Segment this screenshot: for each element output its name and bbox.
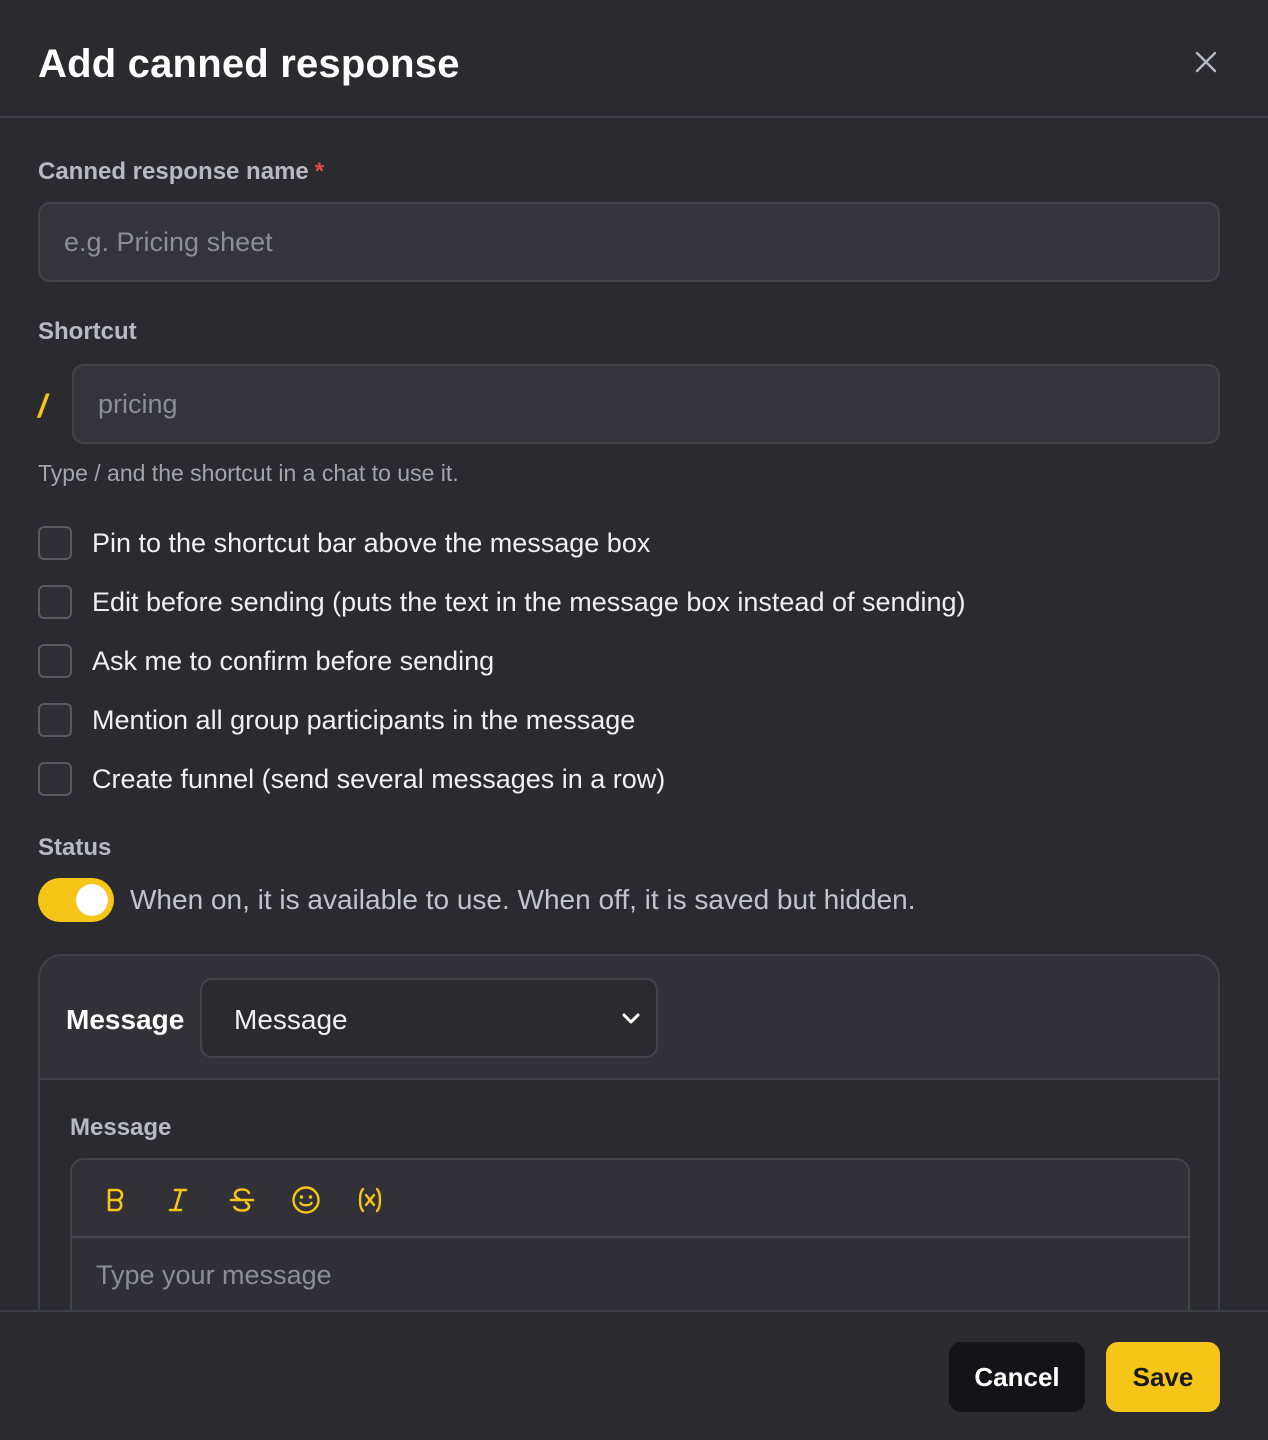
required-mark: * [314,158,325,185]
variable-button[interactable] [350,1180,390,1220]
cancel-button[interactable]: Cancel [949,1342,1085,1412]
checkbox[interactable] [38,644,72,678]
shortcut-prefix: / [38,388,47,424]
option-pin-shortcut-bar[interactable]: Pin to the shortcut bar above the messag… [38,525,650,561]
name-field-label: Canned response name * [38,158,324,186]
save-button[interactable]: Save [1106,1342,1220,1412]
message-type-value: Message [234,1004,348,1035]
option-label: Ask me to confirm before sending [92,645,495,676]
shortcut-label: Shortcut [38,318,137,345]
checkbox[interactable] [38,585,72,619]
checkbox[interactable] [38,703,72,737]
name-label-text: Canned response name [38,158,309,185]
close-button[interactable] [1188,44,1224,80]
strikethrough-icon [229,1188,255,1212]
name-input[interactable] [38,202,1220,282]
dialog-footer: Cancel Save [0,1310,1268,1440]
dialog-header: Add canned response [0,0,1268,118]
option-label: Mention all group participants in the me… [92,704,636,735]
option-label: Create funnel (send several messages in … [92,763,666,794]
strikethrough-button[interactable] [222,1180,262,1220]
shortcut-input[interactable] [72,364,1220,444]
editor-toolbar [72,1160,1188,1238]
shortcut-hint: Type / and the shortcut in a chat to use… [38,460,459,486]
message-editor-label: Message [70,1114,172,1141]
message-type-select[interactable]: Message [200,978,658,1058]
option-confirm-before-sending[interactable]: Ask me to confirm before sending [38,643,494,679]
variable-icon [358,1187,382,1213]
status-toggle[interactable] [38,878,114,922]
italic-icon [168,1188,188,1212]
option-create-funnel[interactable]: Create funnel (send several messages in … [38,761,665,797]
message-type-label: Message [66,1004,185,1035]
emoji-icon [292,1186,320,1214]
dialog-title: Add canned response [38,42,460,86]
toggle-knob [76,884,108,916]
option-label: Pin to the shortcut bar above the messag… [92,527,651,558]
bold-button[interactable] [96,1180,136,1220]
checkbox[interactable] [38,762,72,796]
bold-icon [107,1188,124,1212]
option-label: Edit before sending (puts the text in th… [92,586,966,617]
close-icon [1195,51,1217,73]
option-edit-before-sending[interactable]: Edit before sending (puts the text in th… [38,584,966,620]
checkbox[interactable] [38,526,72,560]
message-card-header: Message Message [40,956,1218,1080]
option-mention-all[interactable]: Mention all group participants in the me… [38,702,635,738]
italic-button[interactable] [158,1180,198,1220]
chevron-down-icon [622,1013,640,1024]
status-description: When on, it is available to use. When of… [130,884,916,915]
status-label: Status [38,834,112,861]
emoji-button[interactable] [286,1180,326,1220]
